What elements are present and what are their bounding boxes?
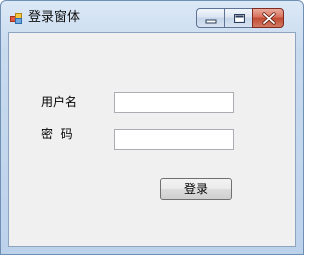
password-label: 密 码 [41, 127, 73, 141]
minimize-button[interactable] [196, 8, 225, 28]
username-input[interactable] [114, 92, 234, 113]
window-title: 登录窗体 [28, 10, 81, 25]
maximize-button[interactable] [224, 8, 253, 28]
password-input[interactable] [114, 129, 234, 150]
login-window: 登录窗体 用户名 密 码 登录 [0, 0, 304, 255]
maximize-icon [234, 14, 245, 23]
close-icon [262, 12, 276, 25]
close-button[interactable] [252, 8, 284, 28]
username-label: 用户名 [41, 95, 78, 109]
caption-buttons [196, 8, 284, 28]
login-button[interactable]: 登录 [160, 178, 232, 200]
form-body: 用户名 密 码 登录 [8, 32, 296, 247]
title-bar[interactable]: 登录窗体 [1, 1, 303, 31]
minimize-icon [205, 19, 217, 24]
app-form-icon [10, 13, 22, 24]
